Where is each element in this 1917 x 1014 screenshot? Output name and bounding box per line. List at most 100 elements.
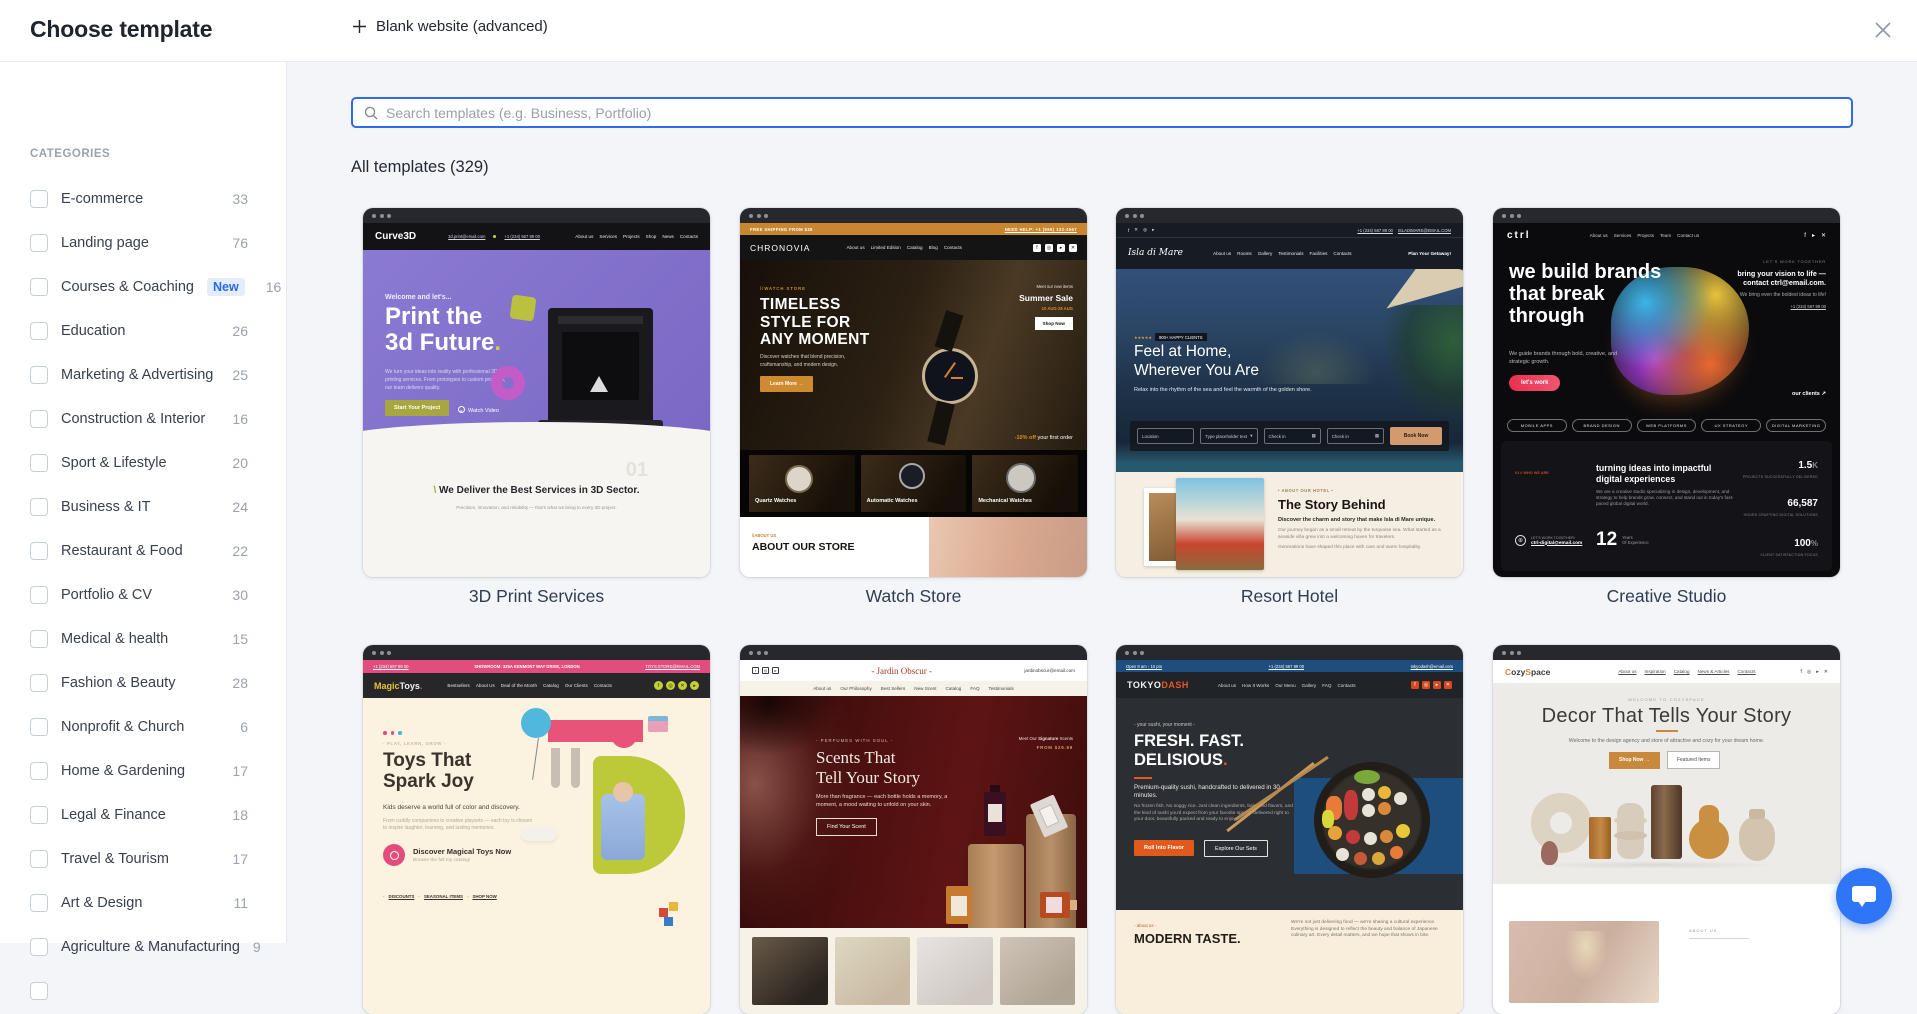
- nav-link: News: [662, 234, 674, 239]
- template-preview: Open 8 am - 10 pm +1 (234) 567 89 00 tok…: [1116, 660, 1463, 1014]
- search-input[interactable]: [386, 105, 1840, 121]
- window-dot: [764, 651, 768, 655]
- category-label: Travel & Tourism: [61, 851, 169, 867]
- preview-email: TOYS.STORE@EMAIL.COM: [645, 664, 700, 669]
- category-label: Courses & Coaching: [61, 279, 194, 295]
- promo-text-bold: Signature: [1038, 736, 1058, 741]
- sidebar-item-nonprofit-church[interactable]: Nonprofit & Church6: [30, 705, 248, 749]
- template-card-toys[interactable]: +1 (234) 567 89 00 SHOWROOM: 325A KENMON…: [363, 645, 710, 1014]
- checkbox[interactable]: [30, 190, 48, 208]
- categories-label: CATEGORIES: [30, 148, 110, 160]
- sushi-piece: [1378, 802, 1391, 815]
- category-label: Legal & Finance: [61, 807, 166, 823]
- template-card-sushi[interactable]: Open 8 am - 10 pm +1 (234) 567 89 00 tok…: [1116, 645, 1463, 1014]
- checkbox[interactable]: [30, 366, 48, 384]
- checkbox[interactable]: [30, 586, 48, 604]
- template-card-creative-studio[interactable]: ctrl About usServicesProjectsTeamContact…: [1493, 208, 1840, 577]
- blank-website-label: Blank website (advanced): [376, 18, 548, 35]
- preview-nav: MagicToys. BestsellersAbout UsDeal of th…: [363, 673, 710, 698]
- checkbox[interactable]: [30, 630, 48, 648]
- blank-website-button[interactable]: Blank website (advanced): [352, 18, 548, 35]
- category-label: Restaurant & Food: [61, 543, 183, 559]
- sidebar-item-fashion-beauty[interactable]: Fashion & Beauty28: [30, 661, 248, 705]
- hero-body: We guide brands through bold, creative, …: [1509, 351, 1621, 366]
- preview-hero: - your sushi, your moment - FRESH. FAST.…: [1116, 698, 1463, 910]
- preview-nav: CHRONOVIA About usLimited EditionCatalog…: [740, 235, 1087, 260]
- nav-link: Services: [599, 234, 617, 239]
- featured-items-button: Featured Items: [1667, 751, 1721, 769]
- nav-link: Blog: [929, 245, 938, 250]
- sidebar-item-landing-page[interactable]: Landing page76: [30, 221, 248, 265]
- checkbox[interactable]: [30, 278, 48, 296]
- checkbox[interactable]: [30, 498, 48, 516]
- hero-title-accent: .: [1223, 751, 1228, 769]
- youtube-icon: ▸: [1152, 227, 1154, 233]
- toy-badge-icon: [383, 844, 405, 866]
- checkbox[interactable]: [30, 674, 48, 692]
- sidebar-item-medical-health[interactable]: Medical & health15: [30, 617, 248, 661]
- hero-kicker: WELCOME TO COZYSPACE: [1493, 697, 1840, 702]
- nav-link: Contacts: [1737, 669, 1755, 674]
- template-card-watch-store[interactable]: FREE SHIPPING FROM $39 NEED HELP: +1 (55…: [740, 208, 1087, 577]
- checkbox[interactable]: [30, 718, 48, 736]
- checkbox[interactable]: [30, 982, 48, 1000]
- stat-suffix: %: [1811, 539, 1818, 548]
- sidebar-item-agriculture-manufacturing[interactable]: Agriculture & Manufacturing9: [30, 925, 248, 969]
- sidebar-item-sport-lifestyle[interactable]: Sport & Lifestyle20: [30, 441, 248, 485]
- stat-value: 1.5: [1798, 460, 1812, 471]
- hero-cta-button: Learn More →: [760, 376, 813, 392]
- checkbox[interactable]: [30, 454, 48, 472]
- sidebar-item-legal-finance[interactable]: Legal & Finance 18: [30, 793, 248, 837]
- checkbox[interactable]: [30, 234, 48, 252]
- sidebar-item-education[interactable]: Education26: [30, 309, 248, 353]
- template-card-resort-hotel[interactable]: f ✕ ◎ ▸ +1 (234) 567 89 00 ISLADIMARE@EM…: [1116, 208, 1463, 577]
- toy-donut: [491, 366, 525, 400]
- clients-badge: 900+ HAPPY CLIENTS: [1155, 333, 1207, 341]
- category-count: 9: [253, 939, 261, 955]
- checkbox[interactable]: [30, 410, 48, 428]
- checkbox[interactable]: [30, 806, 48, 824]
- sidebar-item-travel-tourism[interactable]: Travel & Tourism17: [30, 837, 248, 881]
- checkbox[interactable]: [30, 850, 48, 868]
- hero-title-line1: Toys That: [383, 750, 471, 771]
- template-card-perfume[interactable]: - Jardin Obscur - jardinobscur@email.com…: [740, 645, 1087, 1014]
- window-dot: [380, 214, 384, 218]
- checkbox[interactable]: [30, 322, 48, 340]
- category-count: 18: [232, 807, 248, 823]
- browser-chrome: [740, 208, 1087, 223]
- sidebar-item-home-gardening[interactable]: Home & Gardening17: [30, 749, 248, 793]
- window-dot: [749, 651, 753, 655]
- checkbox[interactable]: [30, 542, 48, 560]
- preview-hero: WELCOME TO COZYSPACE Decor That Tells Yo…: [1493, 683, 1840, 884]
- globe-icon: ⊕: [1515, 535, 1526, 546]
- sidebar-item-construction-interior[interactable]: Construction & Interior16: [30, 397, 248, 441]
- template-card-3d-print-services[interactable]: Curve3D 3d.print@email.com +1 (234) 567 …: [363, 208, 710, 577]
- checkbox[interactable]: [30, 894, 48, 912]
- chat-widget-button[interactable]: [1836, 868, 1892, 924]
- preview-hero: //WATCH STORE TIMELESS STYLE FOR ANY MOM…: [740, 260, 1087, 450]
- sidebar-item-e-commerce[interactable]: E-commerce33: [30, 177, 248, 221]
- category-label: Marketing & Advertising: [61, 367, 213, 383]
- bottle-label: [1039, 804, 1060, 828]
- nav-link: Gallery: [1258, 251, 1273, 256]
- checkbox[interactable]: [30, 938, 48, 956]
- checkbox[interactable]: [30, 762, 48, 780]
- category-label: Art & Design: [61, 895, 142, 911]
- window-dot: [749, 214, 753, 218]
- sidebar-item-art-design[interactable]: Art & Design11: [30, 881, 248, 925]
- about-lead: Discover the charm and story that make I…: [1278, 517, 1448, 523]
- category-label: Portfolio & CV: [61, 587, 152, 603]
- sidebar-item-business-it[interactable]: Business & IT24: [30, 485, 248, 529]
- sidebar-item-courses-coaching[interactable]: Courses & CoachingNew16: [30, 265, 248, 309]
- sidebar-item-marketing-advertising[interactable]: Marketing & Advertising25: [30, 353, 248, 397]
- sidebar-item-partial[interactable]: [30, 969, 248, 1013]
- preview-logo: - Jardin Obscur -: [871, 666, 932, 676]
- sidebar-item-restaurant-food[interactable]: Restaurant & Food22: [30, 529, 248, 573]
- stat-value: 66,587: [1787, 498, 1818, 509]
- close-button[interactable]: [1871, 18, 1895, 42]
- template-card-decor[interactable]: CozySpace About usInspirationCatalogNews…: [1493, 645, 1840, 1014]
- template-preview: FREE SHIPPING FROM $39 NEED HELP: +1 (55…: [740, 223, 1087, 577]
- sidebar-item-portfolio-cv[interactable]: Portfolio & CV30: [30, 573, 248, 617]
- category-label: Agriculture & Manufacturing: [61, 939, 240, 955]
- preview-hero: - PERFUMES WITH SOUL - Scents That Tell …: [740, 696, 1087, 928]
